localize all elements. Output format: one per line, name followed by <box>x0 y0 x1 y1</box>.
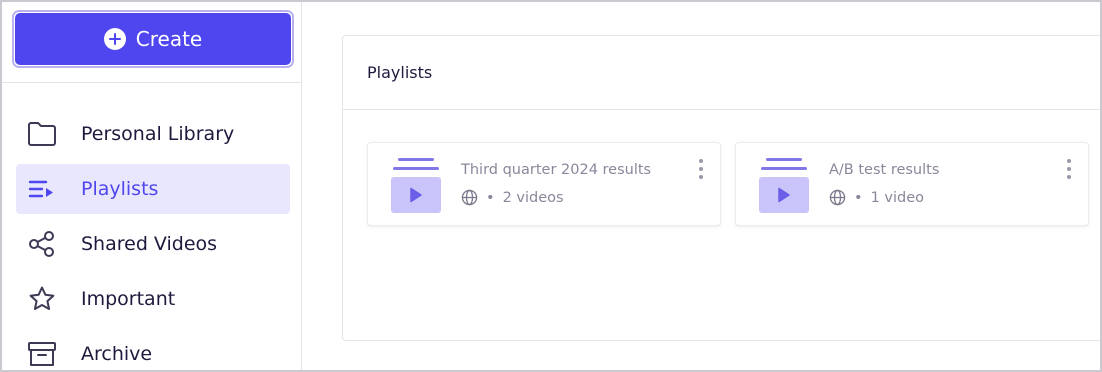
create-button[interactable]: Create <box>15 13 291 65</box>
app-window: Create Personal Library Playlists Shared… <box>0 0 1102 372</box>
playlist-meta: • 1 video <box>829 189 924 206</box>
playlist-card[interactable]: Third quarter 2024 results • 2 videos <box>367 142 721 226</box>
playlist-title: A/B test results <box>829 162 940 178</box>
play-icon <box>778 187 790 203</box>
playlist-thumbnail <box>390 158 442 214</box>
sidebar-item-archive[interactable]: Archive <box>16 329 290 370</box>
globe-icon <box>829 189 846 206</box>
playlists-panel: Playlists Third quarter 2024 results • 2… <box>342 35 1100 341</box>
video-count: 2 videos <box>502 189 564 206</box>
playlist-title: Third quarter 2024 results <box>461 162 652 178</box>
create-button-focus-ring: Create <box>12 10 294 68</box>
sidebar-item-shared-videos[interactable]: Shared Videos <box>16 219 290 269</box>
playlist-icon <box>27 174 57 204</box>
sidebar-divider <box>2 82 302 83</box>
sidebar-nav: Personal Library Playlists Shared Videos… <box>16 109 290 370</box>
more-options-icon[interactable] <box>696 159 706 179</box>
play-icon <box>410 187 422 203</box>
create-button-label: Create <box>135 27 203 51</box>
sidebar: Create Personal Library Playlists Shared… <box>2 2 302 370</box>
sidebar-item-label: Archive <box>81 343 153 365</box>
sidebar-item-important[interactable]: Important <box>16 274 290 324</box>
share-icon <box>27 229 57 259</box>
archive-icon <box>27 339 57 369</box>
folder-icon <box>27 119 57 149</box>
playlist-thumbnail <box>758 158 810 214</box>
plus-icon <box>103 28 126 50</box>
video-count: 1 video <box>870 189 925 206</box>
meta-separator: • <box>486 189 495 206</box>
sidebar-item-label: Shared Videos <box>81 233 218 255</box>
playlist-card[interactable]: A/B test results • 1 video <box>735 142 1089 226</box>
sidebar-item-label: Important <box>81 288 176 310</box>
panel-title: Playlists <box>343 36 1100 110</box>
sidebar-item-label: Personal Library <box>81 123 235 145</box>
playlist-meta: • 2 videos <box>461 189 564 206</box>
star-icon <box>27 284 57 314</box>
meta-separator: • <box>854 189 863 206</box>
more-options-icon[interactable] <box>1064 159 1074 179</box>
sidebar-item-personal-library[interactable]: Personal Library <box>16 109 290 159</box>
globe-icon <box>461 189 478 206</box>
sidebar-item-label: Playlists <box>81 178 159 200</box>
sidebar-item-playlists[interactable]: Playlists <box>16 164 290 214</box>
